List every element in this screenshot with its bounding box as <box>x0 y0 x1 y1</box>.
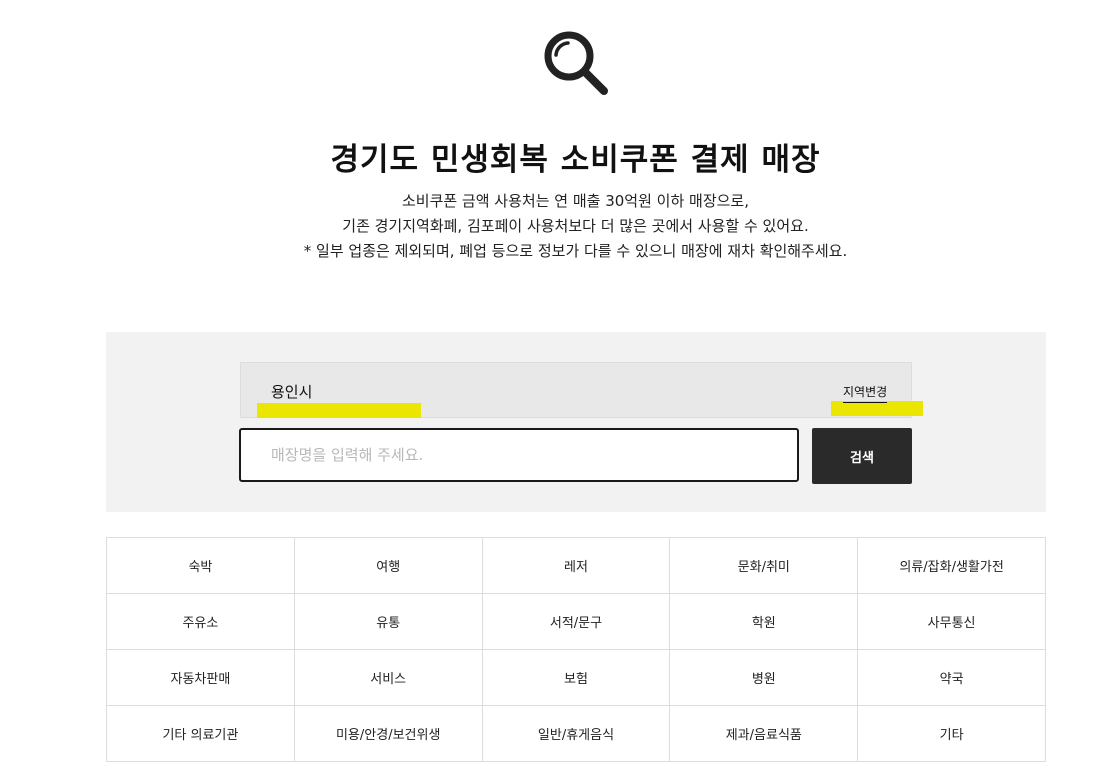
region-highlight-mark <box>257 403 421 418</box>
category-item[interactable]: 보험 <box>481 649 671 706</box>
category-item[interactable]: 기타 <box>857 705 1046 762</box>
category-item[interactable]: 숙박 <box>106 537 295 594</box>
category-item[interactable]: 기타 의료기관 <box>106 705 295 762</box>
change-region-highlight-mark <box>831 401 923 416</box>
category-item[interactable]: 문화/취미 <box>669 537 859 594</box>
category-item[interactable]: 여행 <box>293 537 483 594</box>
category-grid: 숙박 여행 레저 문화/취미 의류/잡화/생활가전 주유소 유통 서적/문구 학… <box>106 537 1046 762</box>
category-row: 주유소 유통 서적/문구 학원 사무통신 <box>106 593 1046 650</box>
store-search-input[interactable] <box>239 428 799 482</box>
search-button[interactable]: 검색 <box>812 428 912 484</box>
category-item[interactable]: 레저 <box>481 537 671 594</box>
category-item[interactable]: 사무통신 <box>857 593 1046 650</box>
category-item[interactable]: 유통 <box>293 593 483 650</box>
category-item[interactable]: 병원 <box>669 649 859 706</box>
current-region: 용인시 <box>271 383 313 401</box>
category-item[interactable]: 약국 <box>857 649 1046 706</box>
category-item[interactable]: 학원 <box>669 593 859 650</box>
category-row: 자동차판매 서비스 보험 병원 약국 <box>106 649 1046 706</box>
category-item[interactable]: 의류/잡화/생활가전 <box>857 537 1046 594</box>
category-item[interactable]: 제과/음료식품 <box>669 705 859 762</box>
page-title: 경기도 민생회복 소비쿠폰 결제 매장 <box>330 142 821 178</box>
category-item[interactable]: 서비스 <box>293 649 483 706</box>
category-item[interactable]: 자동차판매 <box>106 649 295 706</box>
description-line-3: * 일부 업종은 제외되며, 폐업 등으로 정보가 다를 수 있으니 매장에 재… <box>303 242 848 260</box>
category-item[interactable]: 일반/휴게음식 <box>481 705 671 762</box>
search-icon <box>544 31 608 95</box>
category-item[interactable]: 주유소 <box>106 593 295 650</box>
category-item[interactable]: 서적/문구 <box>481 593 671 650</box>
description-line-1: 소비쿠폰 금액 사용처는 연 매출 30억원 이하 매장으로, <box>401 192 750 210</box>
search-panel: 용인시 지역변경 검색 <box>106 332 1046 512</box>
change-region-link[interactable]: 지역변경 <box>843 383 888 403</box>
description-line-2: 기존 경기지역화폐, 김포페이 사용처보다 더 많은 곳에서 사용할 수 있어요… <box>342 217 809 235</box>
category-row: 숙박 여행 레저 문화/취미 의류/잡화/생활가전 <box>106 537 1046 594</box>
category-row: 기타 의료기관 미용/안경/보건위생 일반/휴게음식 제과/음료식품 기타 <box>106 705 1046 762</box>
region-selector: 용인시 지역변경 <box>240 362 923 418</box>
category-item[interactable]: 미용/안경/보건위생 <box>293 705 483 762</box>
